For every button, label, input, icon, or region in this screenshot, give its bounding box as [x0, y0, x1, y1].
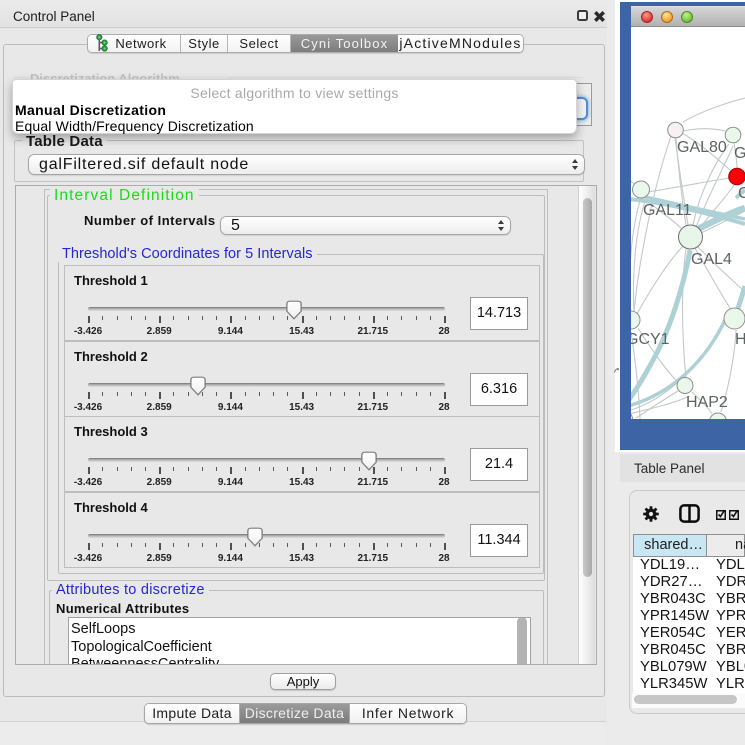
svg-text:C: C — [738, 185, 745, 202]
svg-text:GAL11: GAL11 — [643, 202, 692, 219]
svg-text:HAP2: HAP2 — [686, 394, 728, 411]
svg-text:GA: GA — [734, 145, 745, 162]
svg-text:GCY1: GCY1 — [631, 331, 670, 348]
svg-text:GAL4: GAL4 — [691, 251, 732, 268]
svg-text:GAL80: GAL80 — [677, 139, 727, 156]
svg-text:H: H — [735, 331, 745, 348]
